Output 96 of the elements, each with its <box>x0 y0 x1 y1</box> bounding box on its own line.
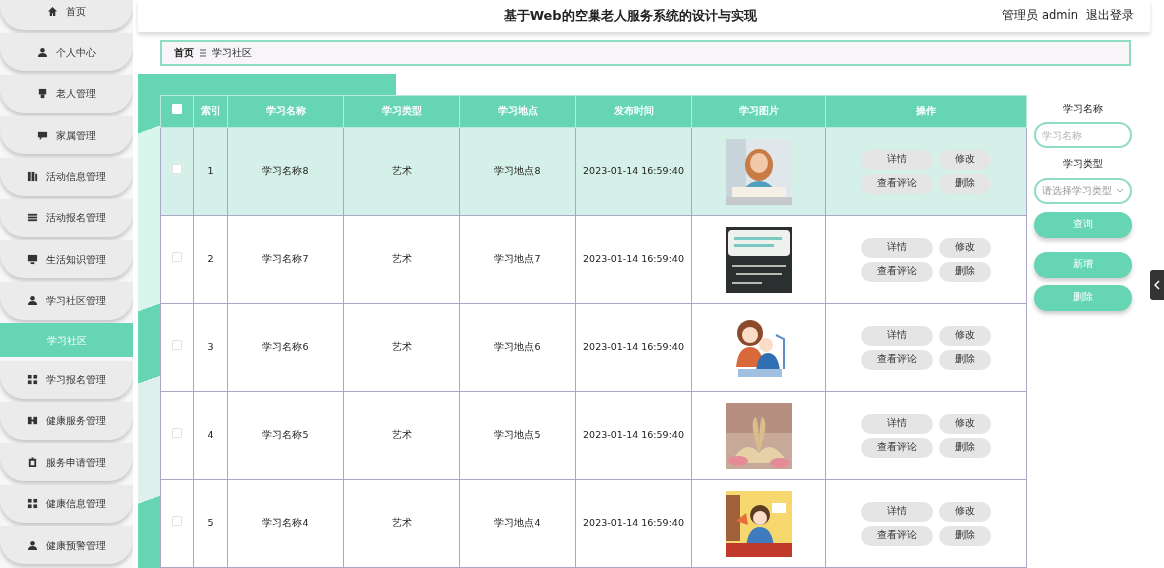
separator-icon <box>200 49 206 57</box>
chart-icon <box>27 171 38 183</box>
sidebar-item[interactable]: 活动报名管理 <box>0 198 133 237</box>
sidebar-item[interactable]: 健康服务管理 <box>0 401 133 440</box>
column-header: 操作 <box>825 95 1027 128</box>
table-cell: 学习名称6 <box>262 341 309 353</box>
column-header: 学习名称 <box>227 95 344 128</box>
collapse-handle[interactable] <box>1150 270 1164 300</box>
sidebar-item[interactable]: 老人管理 <box>0 74 133 113</box>
action-button[interactable]: 详情 <box>861 325 933 346</box>
action-button[interactable]: 查看评论 <box>861 525 933 546</box>
field-label: 学习类型 <box>1062 157 1104 172</box>
action-button[interactable]: 修改 <box>939 237 991 258</box>
action-button[interactable]: 查看评论 <box>861 261 933 282</box>
table-cell: 艺术 <box>391 429 412 441</box>
table-cell: 学习地点7 <box>494 253 541 265</box>
table-cell: 2 <box>207 253 214 265</box>
sidebar-item[interactable]: 活动信息管理 <box>0 157 133 196</box>
sidebar-item[interactable]: 服务申请管理 <box>0 443 133 482</box>
sidebar-item[interactable]: 健康信息管理 <box>0 484 133 523</box>
table-cell: 1 <box>207 165 214 177</box>
row-checkbox[interactable] <box>172 340 182 351</box>
action-button[interactable]: 修改 <box>939 501 991 522</box>
table-cell: 3 <box>207 341 214 353</box>
table-cell: 2023-01-14 16:59:40 <box>583 253 684 265</box>
field-label: 学习名称 <box>1062 102 1104 116</box>
action-button[interactable]: 删除 <box>939 437 991 458</box>
table-cell: 学习地点8 <box>494 165 541 177</box>
row-checkbox[interactable] <box>172 164 182 175</box>
table-cell: 学习名称5 <box>262 429 309 441</box>
action-button[interactable]: 修改 <box>939 149 991 170</box>
table-cell: 2023-01-14 16:59:40 <box>583 517 684 529</box>
ticket-icon <box>27 415 38 427</box>
user-icon <box>27 295 38 307</box>
row-checkbox[interactable] <box>172 252 182 263</box>
table-cell: 艺术 <box>391 517 412 529</box>
table-cell: 艺术 <box>391 341 412 353</box>
chat-icon <box>37 129 48 141</box>
column-header: 学习地点 <box>459 95 576 128</box>
action-button[interactable]: 详情 <box>861 237 933 258</box>
action-button[interactable]: 查看评论 <box>861 437 933 458</box>
action-button[interactable]: 详情 <box>861 501 933 522</box>
table-cell: 2023-01-14 16:59:40 <box>583 429 684 441</box>
action-button[interactable]: 删除 <box>939 261 991 282</box>
action-button[interactable]: 查看评论 <box>861 173 933 194</box>
breadcrumb-link[interactable]: 首页 <box>174 45 194 61</box>
table-cell: 2023-01-14 16:59:40 <box>583 165 684 177</box>
column-header: 发布时间 <box>575 95 692 128</box>
table-cell: 学习名称4 <box>262 517 309 529</box>
action-button[interactable]: 详情 <box>861 413 933 434</box>
sidebar-item[interactable]: 个人中心 <box>0 33 133 72</box>
action-button[interactable]: 删除 <box>939 173 991 194</box>
input-field[interactable]: 学习名称 <box>1034 122 1132 149</box>
sidebar-item[interactable]: 学习社区管理 <box>0 281 133 320</box>
logout-link[interactable]: 退出登录 <box>1086 7 1134 25</box>
user-label: 管理员 admin <box>1002 7 1078 25</box>
table-cell: 5 <box>207 517 214 529</box>
user-icon <box>37 46 48 58</box>
caret-icon <box>1116 188 1124 193</box>
table-cell: 学习地点4 <box>494 517 541 529</box>
action-button[interactable]: 修改 <box>939 413 991 434</box>
select-all-checkbox[interactable] <box>172 104 182 115</box>
action-button[interactable]: 删除 <box>939 525 991 546</box>
sign-icon <box>37 88 48 100</box>
sidebar-item[interactable]: 首页 <box>0 0 133 30</box>
table-cell: 学习名称8 <box>262 165 309 177</box>
sidebar-item[interactable]: 家属管理 <box>0 116 133 155</box>
column-header: 学习类型 <box>343 95 460 128</box>
user-icon <box>27 539 38 551</box>
breadcrumb-link[interactable]: 学习社区 <box>212 45 252 61</box>
column-header: 索引 <box>193 95 228 128</box>
monitor-icon <box>27 253 38 265</box>
grid-icon <box>27 374 38 385</box>
action-button[interactable]: 详情 <box>861 149 933 170</box>
row-checkbox[interactable] <box>172 516 182 527</box>
action-button[interactable]: 修改 <box>939 325 991 346</box>
column-header: 学习图片 <box>691 95 826 128</box>
page-title: 基于Web的空巢老人服务系统的设计与实现 <box>502 7 758 26</box>
sidebar-item[interactable]: 学习报名管理 <box>0 360 133 399</box>
action-button[interactable]: 删除 <box>939 349 991 370</box>
chevron-icon <box>1154 280 1160 290</box>
table-cell: 学习名称7 <box>262 253 309 265</box>
table-cell: 4 <box>207 429 214 441</box>
table-cell: 学习地点5 <box>494 429 541 441</box>
table-cell: 艺术 <box>391 165 412 177</box>
table-cell: 2023-01-14 16:59:40 <box>583 341 684 353</box>
home-icon <box>47 5 58 17</box>
sidebar-item[interactable]: 生活知识管理 <box>0 240 133 279</box>
sidebar-item[interactable]: 健康预警管理 <box>0 526 133 565</box>
list-icon <box>27 212 38 224</box>
table-cell: 学习地点6 <box>494 341 541 353</box>
action-button[interactable]: 查看评论 <box>861 349 933 370</box>
clipboard-icon <box>27 456 38 468</box>
table-cell: 艺术 <box>391 253 412 265</box>
row-checkbox[interactable] <box>172 428 182 439</box>
grid-icon <box>27 498 38 510</box>
